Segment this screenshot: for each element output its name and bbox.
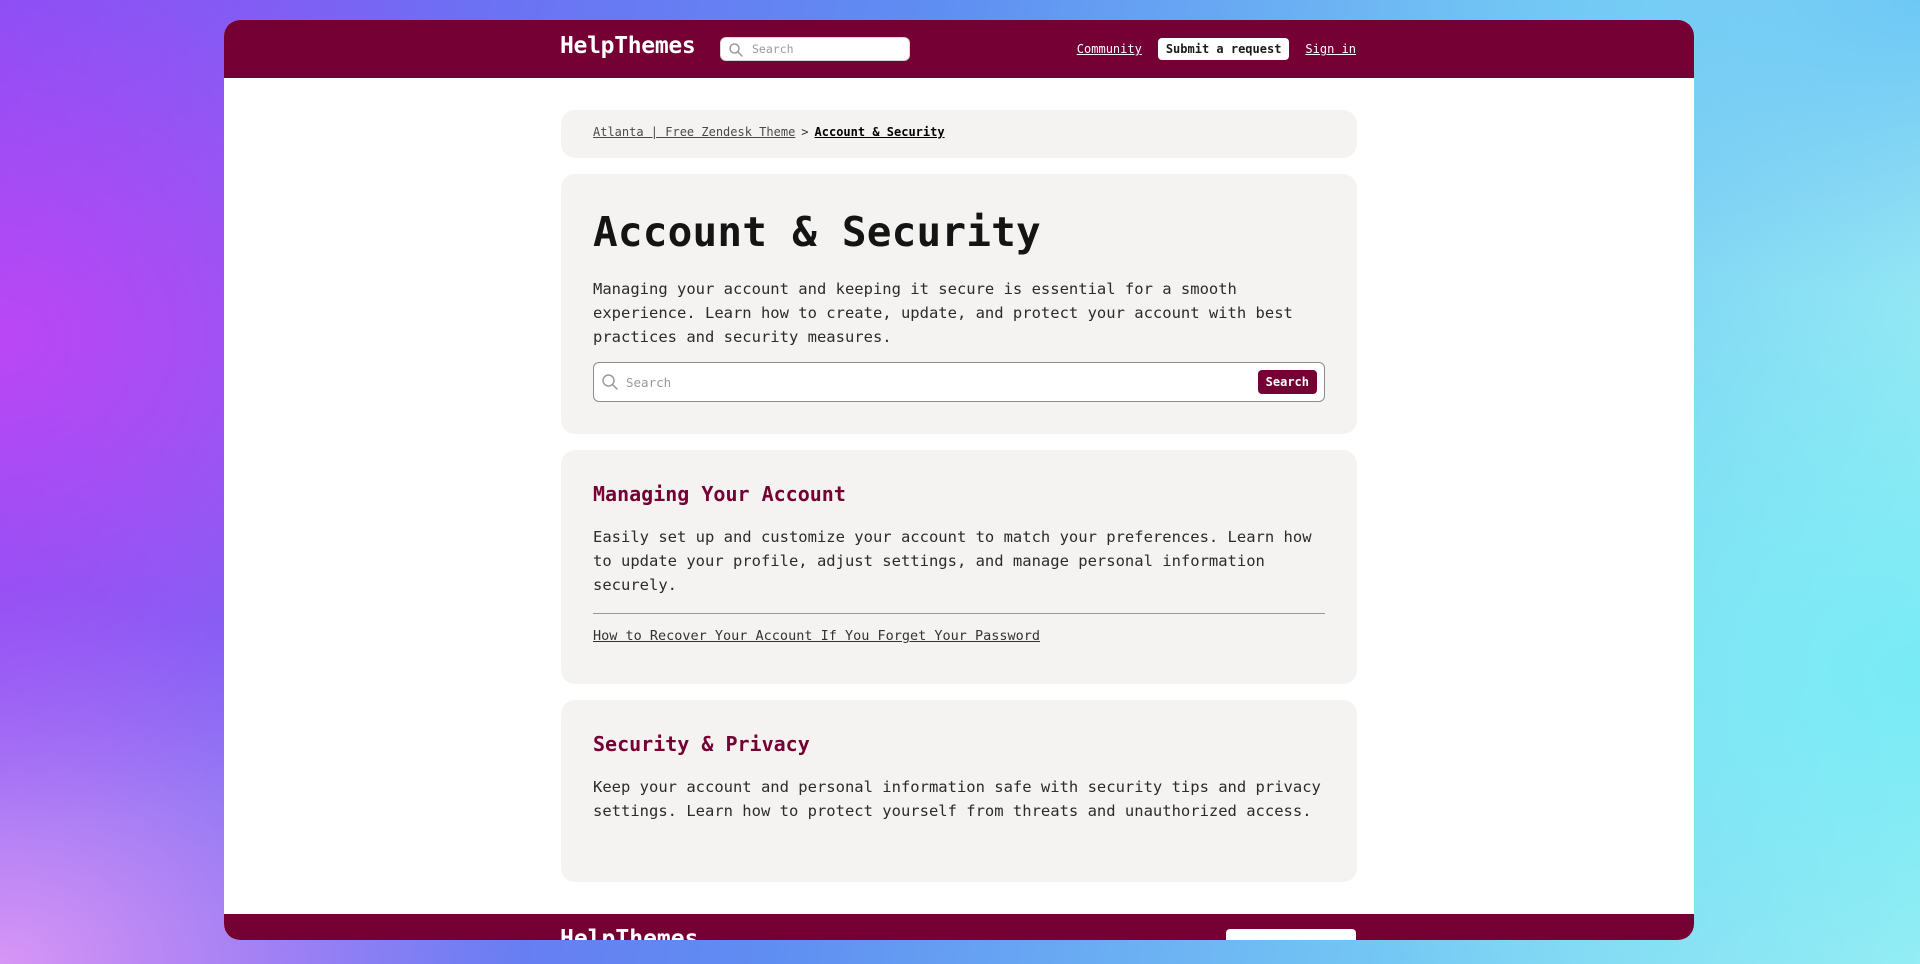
footer: HelpThemes xyxy=(224,914,1694,940)
section-card: Security & Privacy Keep your account and… xyxy=(561,700,1357,882)
community-link[interactable]: Community xyxy=(1077,42,1142,56)
page-frame: HelpThemes Search Community Submit a req… xyxy=(224,20,1694,940)
breadcrumb-parent-link[interactable]: Atlanta | Free Zendesk Theme xyxy=(593,125,795,139)
top-header: HelpThemes Search Community Submit a req… xyxy=(224,20,1694,78)
section-title[interactable]: Managing Your Account xyxy=(593,482,1325,506)
footer-brand[interactable]: HelpThemes xyxy=(560,926,698,940)
section-description: Keep your account and personal informati… xyxy=(593,778,1321,820)
search-icon xyxy=(729,43,743,57)
header-search-input[interactable]: Search xyxy=(720,37,910,61)
header-nav: Community Submit a request Sign in xyxy=(1077,38,1356,60)
section-title[interactable]: Security & Privacy xyxy=(593,732,1325,756)
breadcrumb-current-link[interactable]: Account & Security xyxy=(815,125,945,139)
header-search-placeholder: Search xyxy=(752,42,794,56)
page-title: Account & Security xyxy=(593,208,1041,256)
sign-in-link[interactable]: Sign in xyxy=(1305,42,1356,56)
category-search-placeholder: Search xyxy=(626,375,672,390)
breadcrumb: Atlanta | Free Zendesk Theme > Account & S… xyxy=(561,110,1357,158)
brand-logo[interactable]: HelpThemes xyxy=(560,33,696,59)
article-link[interactable]: How to Recover Your Account If You Forge… xyxy=(593,628,1040,644)
submit-request-button[interactable]: Submit a request xyxy=(1157,38,1290,60)
category-hero: Account & Security Managing your account… xyxy=(561,174,1357,434)
search-button[interactable]: Search xyxy=(1257,370,1317,394)
search-icon xyxy=(602,374,618,390)
breadcrumb-separator: > xyxy=(801,125,809,139)
section-card: Managing Your Account Easily set up and … xyxy=(561,450,1357,684)
section-description: Easily set up and customize your account… xyxy=(593,528,1312,594)
category-description: Managing your account and keeping it sec… xyxy=(593,280,1293,346)
category-search-input[interactable]: Search Search xyxy=(593,362,1325,402)
divider xyxy=(593,613,1325,614)
footer-button[interactable] xyxy=(1226,929,1356,940)
